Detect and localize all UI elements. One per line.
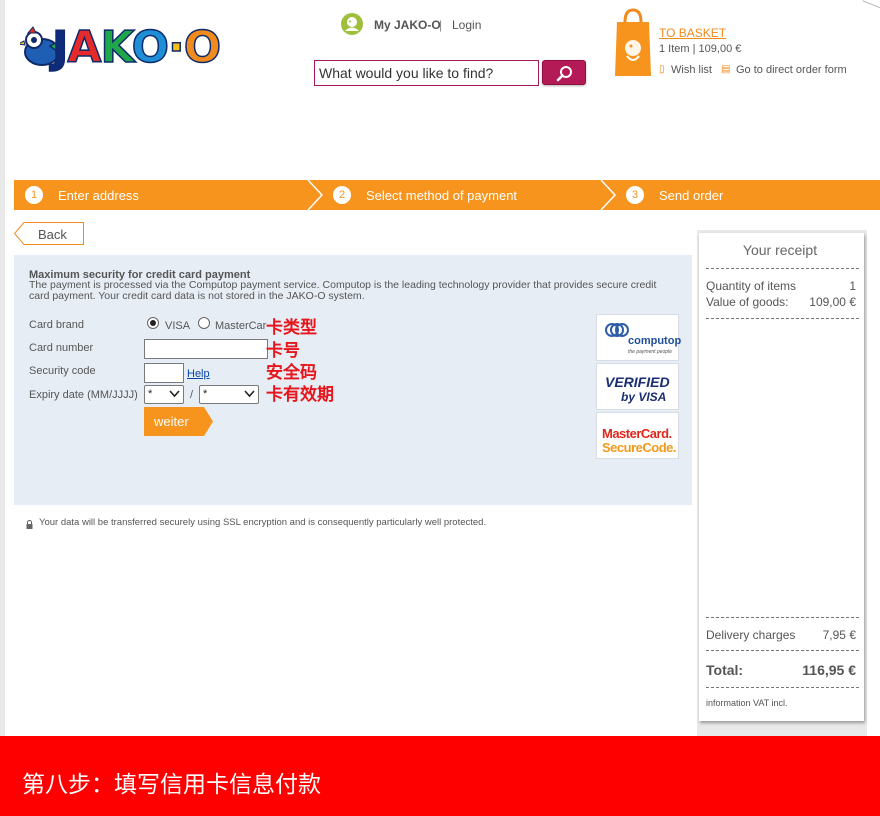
delivery-value: 7,95 € bbox=[822, 628, 856, 642]
annotation-expiry: 卡有效期 bbox=[266, 385, 334, 405]
weiter-button[interactable]: weiter bbox=[144, 407, 214, 436]
search-input[interactable] bbox=[314, 60, 539, 86]
security-code-help-link[interactable]: Help bbox=[187, 368, 210, 380]
step-1-number: 1 bbox=[25, 186, 43, 204]
receipt-divider bbox=[706, 268, 859, 269]
mastercard-option-label[interactable]: MasterCard bbox=[215, 320, 267, 332]
expiry-separator: / bbox=[190, 389, 194, 401]
search-button[interactable] bbox=[542, 60, 586, 85]
annotation-card-type: 卡类型 bbox=[266, 318, 317, 338]
card-number-input[interactable] bbox=[144, 339, 268, 359]
expiry-year-select[interactable]: * bbox=[199, 385, 259, 404]
wish-list-icon: ▯ bbox=[659, 64, 665, 75]
step-3-label: Send order bbox=[659, 188, 724, 203]
vat-note: information VAT incl. bbox=[706, 698, 788, 708]
total-label: Total: bbox=[706, 662, 744, 678]
total-value: 116,95 € bbox=[802, 662, 856, 678]
receipt-divider bbox=[706, 617, 859, 618]
security-code-label: Security code bbox=[29, 365, 96, 377]
wish-list-link[interactable]: Wish list bbox=[671, 64, 712, 76]
receipt-title: Your receipt bbox=[742, 242, 818, 258]
my-account-link[interactable]: My JAKO-O bbox=[374, 18, 441, 32]
login-link[interactable]: Login bbox=[452, 18, 481, 32]
computop-logo: computop the payment people bbox=[596, 314, 681, 361]
basket-summary: 1 Item | 109,00 € bbox=[659, 43, 742, 55]
security-code-input[interactable] bbox=[144, 363, 184, 383]
banner-caption: 第八步：填写信用卡信息付款 bbox=[22, 772, 321, 798]
to-basket-link[interactable]: TO BASKET bbox=[659, 26, 726, 40]
back-label: Back bbox=[38, 227, 67, 242]
search-icon bbox=[556, 66, 572, 82]
payment-description: The payment is processed via the Computo… bbox=[29, 279, 657, 302]
quantity-label: Quantity of items bbox=[706, 279, 797, 293]
goods-label: Value of goods: bbox=[706, 295, 789, 309]
visa-radio[interactable] bbox=[147, 317, 159, 329]
lock-icon bbox=[26, 516, 33, 529]
chevron-down-icon bbox=[244, 390, 255, 398]
left-edge bbox=[0, 0, 5, 736]
logo-wordmark: JAKO·O bbox=[51, 21, 222, 74]
chevron-down-icon bbox=[169, 390, 180, 398]
step-1-label: Enter address bbox=[58, 188, 139, 203]
verified-by-visa-logo: VERIFIED by VISA bbox=[596, 363, 679, 410]
card-brand-label: Card brand bbox=[29, 319, 85, 331]
step-divider-icon bbox=[307, 180, 324, 210]
header-separator: | bbox=[439, 18, 443, 32]
step-2-number: 2 bbox=[333, 186, 351, 204]
checkout-steps: 1 Enter address 2 Select method of payme… bbox=[14, 180, 880, 210]
ssl-note: Your data will be transferred securely u… bbox=[39, 517, 487, 528]
receipt-divider bbox=[706, 687, 859, 688]
card-number-label: Card number bbox=[29, 342, 94, 354]
direct-order-link[interactable]: Go to direct order form bbox=[736, 64, 847, 76]
step-3-number: 3 bbox=[626, 186, 644, 204]
step-banner: 第八步：填写信用卡信息付款 bbox=[0, 736, 880, 816]
user-icon[interactable] bbox=[341, 13, 363, 35]
mastercard-securecode-logo: MasterCard. SecureCode. bbox=[596, 412, 679, 459]
delivery-label: Delivery charges bbox=[706, 628, 796, 642]
step-divider-icon bbox=[600, 180, 617, 210]
expiry-month-select[interactable]: * bbox=[144, 385, 184, 404]
order-form-icon: ▤ bbox=[721, 64, 731, 75]
mastercard-radio[interactable] bbox=[198, 317, 210, 329]
back-button[interactable]: Back bbox=[14, 222, 84, 245]
receipt-divider bbox=[706, 650, 859, 651]
jako-o-logo[interactable]: JAKO·O bbox=[20, 18, 245, 78]
quantity-value: 1 bbox=[849, 279, 856, 293]
corner-line bbox=[862, 0, 880, 9]
expiry-label: Expiry date (MM/JJJJ) bbox=[29, 389, 138, 401]
step-2-label: Select method of payment bbox=[366, 188, 518, 203]
goods-value: 109,00 € bbox=[809, 295, 856, 309]
annotation-security-code: 安全码 bbox=[266, 363, 317, 383]
basket-bag-icon[interactable] bbox=[614, 8, 652, 78]
annotation-card-number: 卡号 bbox=[266, 341, 300, 361]
visa-option-label[interactable]: VISA bbox=[165, 320, 190, 332]
receipt-divider bbox=[706, 318, 859, 319]
weiter-label: weiter bbox=[154, 414, 189, 429]
